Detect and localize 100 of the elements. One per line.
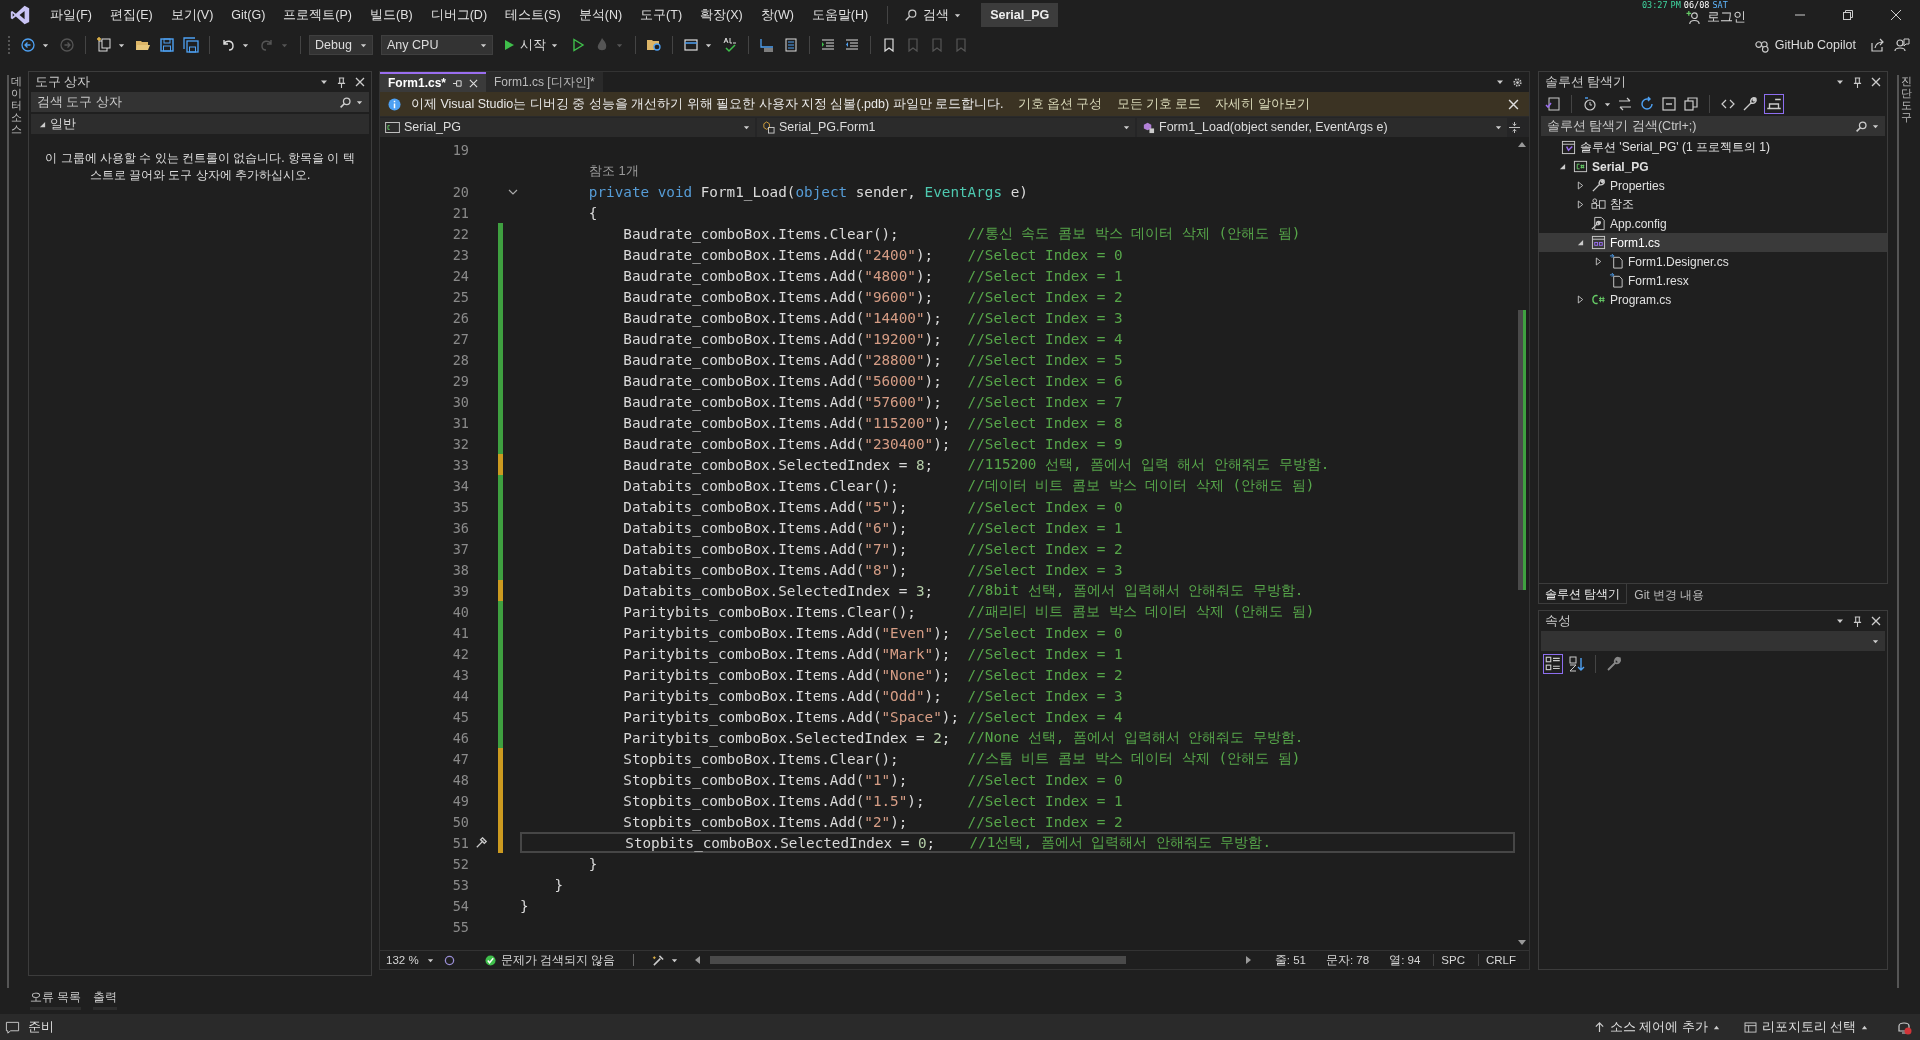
- close-icon[interactable]: [469, 78, 479, 88]
- save-icon[interactable]: [159, 37, 175, 53]
- expanded-arrow-icon[interactable]: [1558, 163, 1566, 170]
- expander-icon[interactable]: [39, 120, 46, 128]
- copy-icon[interactable]: [1683, 96, 1699, 112]
- feedback-icon[interactable]: [1894, 37, 1910, 53]
- configuration-dropdown[interactable]: Debug: [309, 35, 373, 55]
- menu-item[interactable]: 디버그(D): [421, 2, 497, 28]
- collapse-all-icon[interactable]: [1661, 96, 1677, 112]
- zoom-dropdown[interactable]: 132 %: [386, 954, 438, 966]
- tool-window-tab[interactable]: 출력: [93, 988, 118, 1010]
- copilot-button[interactable]: GitHub Copilot: [1753, 37, 1856, 53]
- issues-indicator[interactable]: 문제가 검색되지 않음: [484, 952, 615, 968]
- menu-item[interactable]: 편집(E): [100, 2, 162, 28]
- collapsed-arrow-icon[interactable]: [1594, 257, 1602, 266]
- comment-lines-icon[interactable]: [759, 37, 775, 53]
- search-field[interactable]: 검색 도구 상자: [31, 92, 369, 112]
- menu-item[interactable]: 파일(F): [41, 2, 101, 28]
- collapsed-arrow-icon[interactable]: [1576, 181, 1584, 190]
- wrench-icon[interactable]: [1742, 96, 1758, 112]
- share-icon[interactable]: [1870, 37, 1886, 53]
- caret-icon[interactable]: [1604, 100, 1611, 108]
- data-sources-tab[interactable]: 데이터 소스: [6, 75, 22, 988]
- scroll-down-icon[interactable]: [1518, 940, 1526, 946]
- platform-dropdown[interactable]: Any CPU: [381, 35, 493, 55]
- menu-item[interactable]: Git(G): [222, 4, 275, 26]
- sort-alphabetical-icon[interactable]: [1569, 656, 1585, 672]
- scroll-thumb[interactable]: [710, 956, 1127, 964]
- bookmark-icon[interactable]: [881, 37, 897, 53]
- scroll-up-icon[interactable]: [1518, 141, 1526, 147]
- caret-icon[interactable]: [1872, 122, 1879, 130]
- tool-window-tab[interactable]: 오류 목록: [30, 988, 82, 1010]
- save-all-icon[interactable]: [183, 37, 199, 53]
- member-dropdown[interactable]: Form1_Load(object sender, EventArgs e): [1137, 117, 1507, 137]
- column-indicator[interactable]: 열: 94: [1382, 952, 1428, 968]
- spell-check-icon[interactable]: [722, 37, 738, 53]
- search-button[interactable]: 검색: [898, 3, 968, 27]
- history-icon[interactable]: [1582, 96, 1598, 112]
- caret-icon[interactable]: [242, 41, 249, 49]
- close-icon[interactable]: [1871, 616, 1881, 626]
- notification-bell-icon[interactable]: [1896, 1019, 1912, 1035]
- categorized-icon[interactable]: [1543, 654, 1563, 674]
- new-item-icon[interactable]: [96, 37, 112, 53]
- search-icon[interactable]: [339, 95, 352, 109]
- menu-item[interactable]: 프로젝트(P): [274, 2, 361, 28]
- collapsed-arrow-icon[interactable]: [1576, 295, 1584, 304]
- indent-icon[interactable]: [820, 37, 836, 53]
- collapsed-arrow-icon[interactable]: [1576, 200, 1584, 209]
- menu-item[interactable]: 빌드(B): [361, 2, 422, 28]
- panel-tab[interactable]: Git 변경 내용: [1627, 584, 1712, 604]
- tab-list-icon[interactable]: [1496, 78, 1504, 86]
- brush-icon[interactable]: [652, 953, 665, 967]
- close-icon[interactable]: [355, 77, 365, 87]
- menu-item[interactable]: 테스트(S): [496, 2, 570, 28]
- whitespace-indicator[interactable]: SPC: [1433, 954, 1472, 966]
- close-icon[interactable]: [1890, 9, 1902, 21]
- tree-item[interactable]: 참조: [1610, 196, 1634, 213]
- play-outline-icon[interactable]: [570, 37, 586, 53]
- folder-search-icon[interactable]: [646, 37, 662, 53]
- caret-icon[interactable]: [671, 956, 678, 964]
- sign-in-button[interactable]: 로그인: [1686, 8, 1746, 26]
- expanded-arrow-icon[interactable]: [1576, 239, 1584, 246]
- sync-icon[interactable]: [1617, 96, 1633, 112]
- chat-icon[interactable]: [5, 1019, 20, 1035]
- references-link[interactable]: 참조 1개: [588, 161, 639, 180]
- caret-icon[interactable]: [705, 41, 712, 49]
- preview-icon[interactable]: [1764, 94, 1784, 114]
- restore-icon[interactable]: [1842, 9, 1854, 21]
- outdent-icon[interactable]: [844, 37, 860, 53]
- menu-item[interactable]: 도움말(H): [802, 2, 878, 28]
- project-dropdown[interactable]: Serial_PG: [380, 117, 755, 137]
- source-control-button[interactable]: 소스 제어에 추가: [1593, 1018, 1720, 1036]
- scroll-thumb[interactable]: [1518, 310, 1526, 590]
- tree-item[interactable]: Serial_PG: [1592, 159, 1649, 174]
- diagnostic-tools-tab[interactable]: 진단 도구: [1896, 75, 1912, 988]
- undo-icon[interactable]: [220, 37, 236, 53]
- caret-icon[interactable]: [356, 98, 363, 106]
- tree-item[interactable]: Form1.resx: [1628, 273, 1689, 288]
- tree-item[interactable]: Program.cs: [1610, 292, 1672, 307]
- document-tab[interactable]: Form1.cs [디자인]*: [486, 72, 603, 92]
- start-button[interactable]: 시작: [497, 34, 564, 56]
- scroll-left-icon[interactable]: [694, 956, 700, 964]
- split-icon[interactable]: [1509, 121, 1520, 133]
- group-header[interactable]: 일반: [31, 114, 369, 134]
- screwdriver-icon[interactable]: [474, 835, 489, 850]
- info-link[interactable]: 기호 옵션 구성: [1017, 95, 1103, 113]
- dropdown-icon[interactable]: [1836, 617, 1844, 625]
- back-icon[interactable]: [20, 37, 36, 53]
- search-field[interactable]: 솔루션 탐색기 검색(Ctrl+;): [1541, 116, 1885, 136]
- scroll-right-icon[interactable]: [1245, 956, 1252, 964]
- info-link[interactable]: 자세히 알아보기: [1215, 95, 1310, 113]
- repository-button[interactable]: 리포지토리 선택: [1743, 1018, 1868, 1036]
- document-lines-icon[interactable]: [783, 37, 799, 53]
- menu-item[interactable]: 보기(V): [161, 2, 223, 28]
- caret-icon[interactable]: [42, 41, 49, 49]
- tree-item[interactable]: App.config: [1610, 216, 1667, 231]
- wrench-icon[interactable]: [1606, 656, 1622, 672]
- menu-item[interactable]: 도구(T): [631, 2, 692, 28]
- settings-icon[interactable]: [1512, 76, 1523, 88]
- character-indicator[interactable]: 문자: 78: [1318, 952, 1377, 968]
